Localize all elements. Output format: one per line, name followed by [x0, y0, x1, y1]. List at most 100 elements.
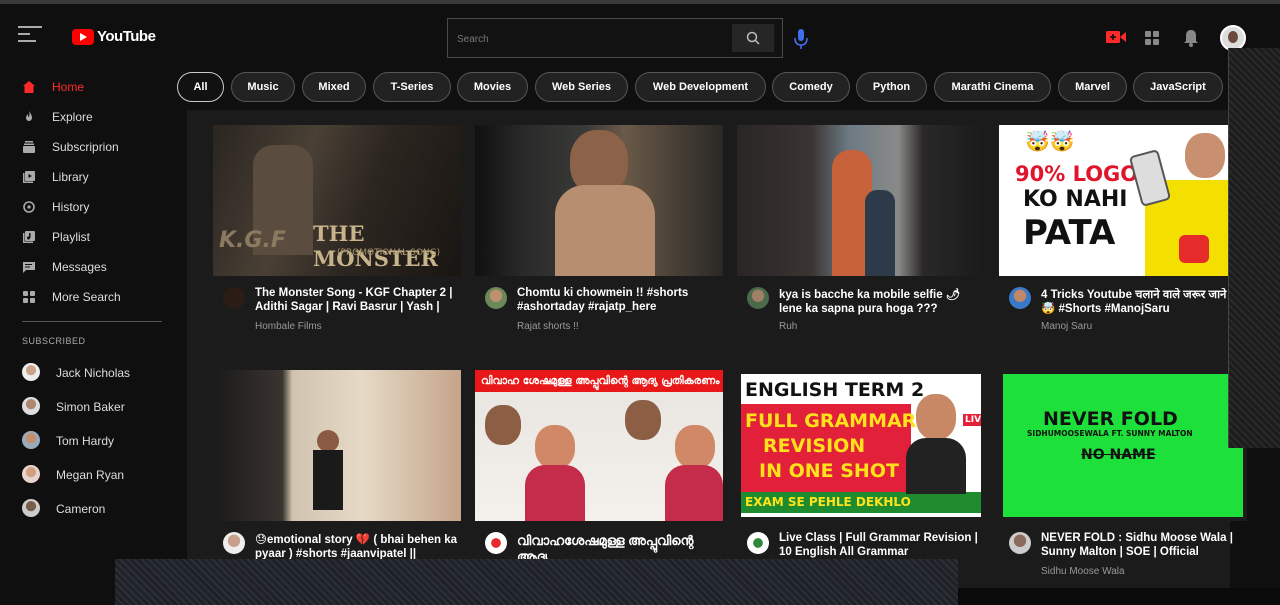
home-icon	[23, 81, 35, 93]
thumbnail-text: PATA	[1023, 213, 1116, 253]
chip-music[interactable]: Music	[231, 72, 295, 102]
video-title[interactable]: Live Class | Full Grammar Revision | 10 …	[779, 531, 985, 560]
chip-marvel[interactable]: Marvel	[1058, 72, 1127, 102]
top-header: YouTube	[0, 4, 1280, 68]
channel-name[interactable]: Hombale Films	[255, 321, 322, 332]
chip-movies[interactable]: Movies	[457, 72, 528, 102]
subscription-item[interactable]: Megan Ryan	[0, 461, 180, 491]
channel-avatar[interactable]	[1009, 532, 1031, 554]
video-title[interactable]: Chomtu ki chowmein !! #shorts #ashortada…	[517, 286, 723, 315]
video-title[interactable]: 😓emotional story 💔 ( bhai behen ka pyaar…	[255, 533, 461, 562]
channel-avatar[interactable]	[747, 287, 769, 309]
subscription-name: Jack Nicholas	[56, 366, 131, 380]
youtube-logo[interactable]: YouTube	[72, 28, 156, 45]
microphone-icon[interactable]	[792, 28, 810, 50]
channel-avatar[interactable]	[223, 532, 245, 554]
channel-name[interactable]: Sidhu Moose Wala	[1041, 566, 1125, 577]
subscription-item[interactable]: Tom Hardy	[0, 427, 180, 457]
subscription-item[interactable]: Cameron	[0, 495, 180, 525]
sidebar-divider	[22, 321, 162, 322]
subscription-item[interactable]: Jack Nicholas	[0, 359, 180, 389]
channel-avatar	[22, 465, 40, 483]
channel-avatar[interactable]	[223, 287, 245, 309]
history-icon	[23, 201, 35, 213]
sidebar-item-label: Explore	[52, 110, 93, 124]
video-thumbnail[interactable]	[737, 125, 985, 276]
thumbnail-face	[485, 405, 521, 445]
channel-name[interactable]: Rajat shorts !!	[517, 321, 579, 332]
create-video-icon[interactable]	[1106, 30, 1126, 44]
playlist-icon	[23, 231, 35, 243]
video-thumbnail[interactable]	[475, 125, 723, 276]
video-thumbnail[interactable]: NEVER FOLD SIDHUMOOSEWALA FT. SUNNY MALT…	[999, 370, 1247, 521]
thumbnail-figure	[313, 450, 343, 510]
thumbnail-figure	[865, 190, 895, 276]
video-thumbnail[interactable]: വിവാഹ ശേഷമുള്ള അപ്പുവിന്റെ ആദ്യ പ്രതികരണ…	[475, 370, 723, 521]
chip-t-series[interactable]: T-Series	[373, 72, 451, 102]
thumbnail-text: REVISION	[763, 435, 866, 457]
chip-web-development[interactable]: Web Development	[635, 72, 766, 102]
sidebar-item-library[interactable]: Library	[0, 163, 180, 191]
chip-python[interactable]: Python	[856, 72, 927, 102]
sidebar-item-label: More Search	[52, 290, 121, 304]
sidebar-item-explore[interactable]: Explore	[0, 103, 180, 131]
channel-avatar	[22, 363, 40, 381]
thumbnail-face	[317, 430, 339, 452]
subscription-name: Cameron	[56, 502, 106, 516]
thumbnail-face	[535, 425, 575, 469]
shorts-logo-icon	[1179, 235, 1209, 263]
channel-avatar	[22, 431, 40, 449]
explore-icon	[26, 111, 32, 121]
side-overlay-panel	[1228, 48, 1280, 448]
video-title[interactable]: വിവാഹശേഷമുള്ള അപ്പുവിന്റെ ആദ്യ	[517, 533, 723, 562]
channel-name[interactable]: Manoj Saru	[1041, 321, 1092, 332]
video-title[interactable]: 4 Tricks Youtube चलाने वाले जरूर जाने 🤯🤯…	[1041, 288, 1247, 317]
thumbnail-phone	[1128, 149, 1172, 207]
thumbnail-face	[1185, 133, 1225, 178]
sidebar-item-messages[interactable]: Messages	[0, 253, 180, 281]
video-thumbnail[interactable]	[213, 370, 461, 521]
apps-grid-icon[interactable]	[1145, 31, 1159, 45]
sidebar-item-history[interactable]: History	[0, 193, 180, 221]
video-thumbnail[interactable]: 🤯🤯 90% LOGO KO NAHI PATA	[999, 125, 1247, 276]
chip-all[interactable]: All	[177, 72, 224, 102]
channel-avatar[interactable]	[485, 287, 507, 309]
subscription-item[interactable]: Simon Baker	[0, 393, 180, 423]
search-button[interactable]	[732, 24, 774, 52]
video-thumbnail[interactable]: ENGLISH TERM 2 FULL GRAMMAR REVISION IN …	[737, 370, 985, 521]
thumbnail-text: IN ONE SHOT	[759, 460, 899, 482]
sidebar-item-label: Playlist	[52, 230, 91, 244]
chip-marathi-cinema[interactable]: Marathi Cinema	[934, 72, 1051, 102]
channel-avatar[interactable]	[747, 532, 769, 554]
channel-avatar[interactable]	[485, 532, 507, 554]
chip-mixed[interactable]: Mixed	[302, 72, 366, 102]
channel-avatar[interactable]	[1009, 287, 1031, 309]
thumbnail-text: FULL GRAMMAR	[745, 410, 917, 432]
video-title[interactable]: NEVER FOLD : Sidhu Moose Wala | Sunny Ma…	[1041, 531, 1247, 560]
sidebar-item-playlist[interactable]: Playlist	[0, 223, 180, 251]
video-thumbnail[interactable]: K.G.F THE MONSTER (PROMOTIONAL SONG)	[213, 125, 461, 276]
video-title[interactable]: The Monster Song - KGF Chapter 2 | Adith…	[255, 286, 461, 315]
sidebar-item-label: Home	[52, 80, 85, 94]
channel-name[interactable]: Ruh	[779, 321, 797, 332]
subscribed-heading: SUBSCRIBED	[22, 336, 86, 346]
thumbnail-text: 90% LOGO	[1015, 162, 1139, 186]
search-icon	[746, 31, 760, 45]
sidebar-item-subscriptions[interactable]: Subscriprion	[0, 133, 180, 161]
chip-javascript[interactable]: JavaScript	[1133, 72, 1223, 102]
hamburger-menu-icon[interactable]	[18, 26, 42, 46]
thumbnail-text: THE MONSTER	[313, 221, 438, 271]
thumbnail-text: 🤯🤯	[1025, 129, 1075, 153]
chip-comedy[interactable]: Comedy	[772, 72, 850, 102]
sidebar-item-more-search[interactable]: More Search	[0, 283, 180, 311]
channel-avatar	[22, 499, 40, 517]
bottom-strip	[958, 588, 1280, 605]
search-input[interactable]	[454, 25, 732, 53]
sidebar-item-home[interactable]: Home	[0, 73, 180, 101]
video-title[interactable]: kya is bacche ka mobile selfie 🌶 lene ka…	[779, 288, 985, 317]
thumbnail-text: ENGLISH TERM 2	[745, 379, 925, 401]
chip-web-series[interactable]: Web Series	[535, 72, 628, 102]
subscription-name: Simon Baker	[56, 400, 125, 414]
notifications-bell-icon[interactable]	[1183, 29, 1199, 47]
thumbnail-figure	[906, 438, 966, 494]
